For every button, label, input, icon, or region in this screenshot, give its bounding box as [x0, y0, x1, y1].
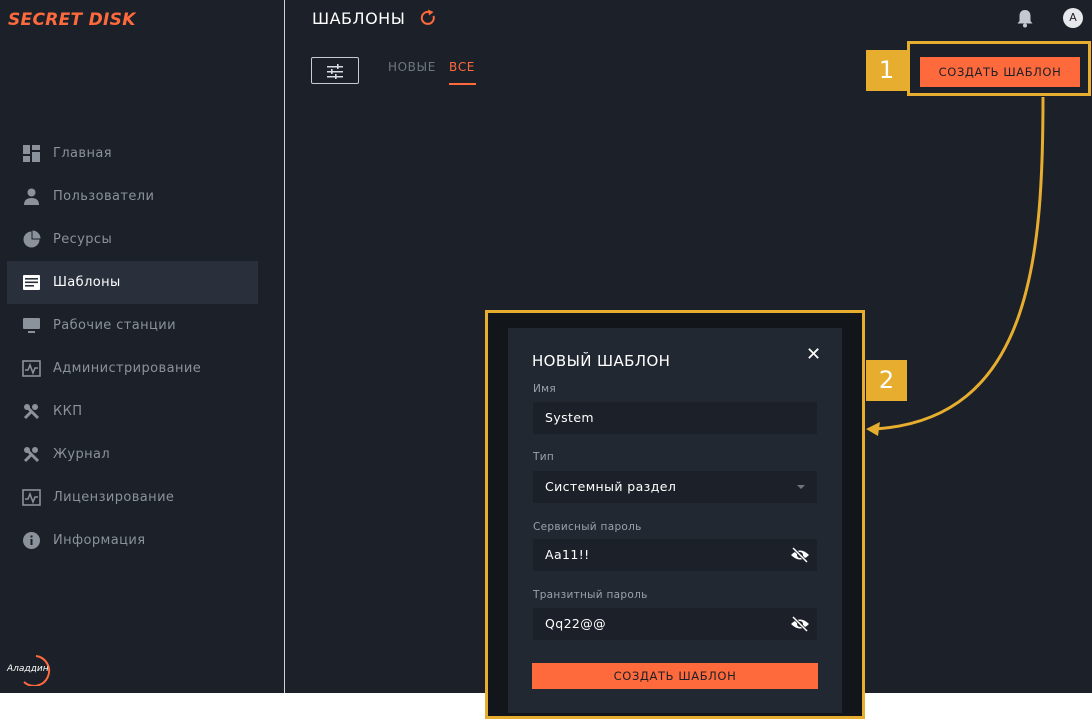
transit-password-value: Qq22@@	[545, 616, 607, 631]
dialog-create-button[interactable]: СОЗДАТЬ ШАБЛОН	[532, 663, 818, 689]
sidebar-item-label: Пользователи	[53, 189, 155, 204]
sidebar-item-journal[interactable]: Журнал	[7, 433, 258, 476]
close-icon[interactable]: ✕	[806, 346, 822, 364]
sidebar-item-home[interactable]: Главная	[7, 132, 258, 175]
type-select[interactable]: Системный раздел	[533, 471, 817, 503]
service-password-label: Сервисный пароль	[533, 521, 642, 533]
name-field-label: Имя	[533, 383, 556, 395]
sidebar-item-label: Главная	[53, 146, 112, 161]
chevron-down-icon	[797, 485, 805, 489]
tab-active-indicator	[449, 83, 476, 85]
dialog-title: НОВЫЙ ШАБЛОН	[532, 352, 671, 370]
type-field-label: Тип	[533, 451, 555, 463]
pie-chart-icon	[23, 230, 41, 248]
sidebar-item-label: Ресурсы	[53, 232, 113, 247]
sidebar-item-templates[interactable]: Шаблоны	[7, 261, 258, 304]
sidebar-divider	[284, 0, 285, 693]
sidebar: SECRET DISK Главная Пользователи Ресурсы…	[0, 0, 284, 693]
tools-icon	[23, 404, 40, 420]
type-select-value: Системный раздел	[545, 479, 677, 494]
tab-all[interactable]: ВСЕ	[449, 60, 475, 74]
sidebar-item-label: ККП	[53, 404, 83, 419]
step-2-badge: 2	[866, 360, 907, 401]
dashboard-icon	[23, 145, 40, 162]
filter-button[interactable]	[311, 57, 359, 84]
sidebar-item-licensing[interactable]: Лицензирование	[7, 476, 258, 519]
monitoring-icon	[22, 489, 41, 506]
sidebar-item-workstations[interactable]: Рабочие станции	[7, 304, 258, 347]
name-field[interactable]: System	[533, 402, 817, 434]
monitoring-icon	[22, 360, 41, 377]
sidebar-item-kkp[interactable]: ККП	[7, 390, 258, 433]
filter-sliders-icon	[327, 64, 343, 79]
person-icon	[24, 188, 39, 205]
refresh-icon[interactable]	[418, 8, 438, 28]
sidebar-nav: Главная Пользователи Ресурсы Шаблоны Раб…	[7, 132, 258, 562]
bell-icon[interactable]	[1014, 7, 1036, 29]
app-logo[interactable]: SECRET DISK	[8, 10, 136, 30]
tools-icon	[23, 447, 40, 463]
transit-password-label: Транзитный пароль	[533, 589, 648, 601]
sidebar-item-administration[interactable]: Администрирование	[7, 347, 258, 390]
service-password-value: Aa11!!	[545, 547, 590, 562]
sidebar-item-label: Журнал	[53, 447, 111, 462]
monitor-icon	[23, 318, 40, 333]
tab-new[interactable]: НОВЫЕ	[388, 60, 436, 74]
service-password-field[interactable]: Aa11!!	[533, 539, 817, 571]
step-1-badge: 1	[866, 50, 907, 91]
info-icon	[23, 532, 40, 549]
sidebar-item-users[interactable]: Пользователи	[7, 175, 258, 218]
sidebar-item-label: Администрирование	[53, 361, 202, 376]
sidebar-item-info[interactable]: Информация	[7, 519, 258, 562]
transit-password-field[interactable]: Qq22@@	[533, 608, 817, 640]
aladdin-logo-text: Аладдин	[7, 664, 49, 674]
page-title: ШАБЛОНЫ	[312, 9, 406, 28]
eye-off-icon[interactable]	[790, 616, 810, 632]
name-field-value: System	[545, 410, 595, 425]
sidebar-item-label: Рабочие станции	[53, 318, 176, 333]
sidebar-item-label: Лицензирование	[53, 490, 175, 505]
eye-off-icon[interactable]	[790, 547, 810, 563]
create-template-button[interactable]: СОЗДАТЬ ШАБЛОН	[920, 57, 1080, 87]
sidebar-item-label: Шаблоны	[53, 275, 121, 290]
template-icon	[23, 275, 40, 290]
sidebar-item-label: Информация	[53, 533, 146, 548]
avatar[interactable]: A	[1063, 8, 1083, 28]
sidebar-item-resources[interactable]: Ресурсы	[7, 218, 258, 261]
